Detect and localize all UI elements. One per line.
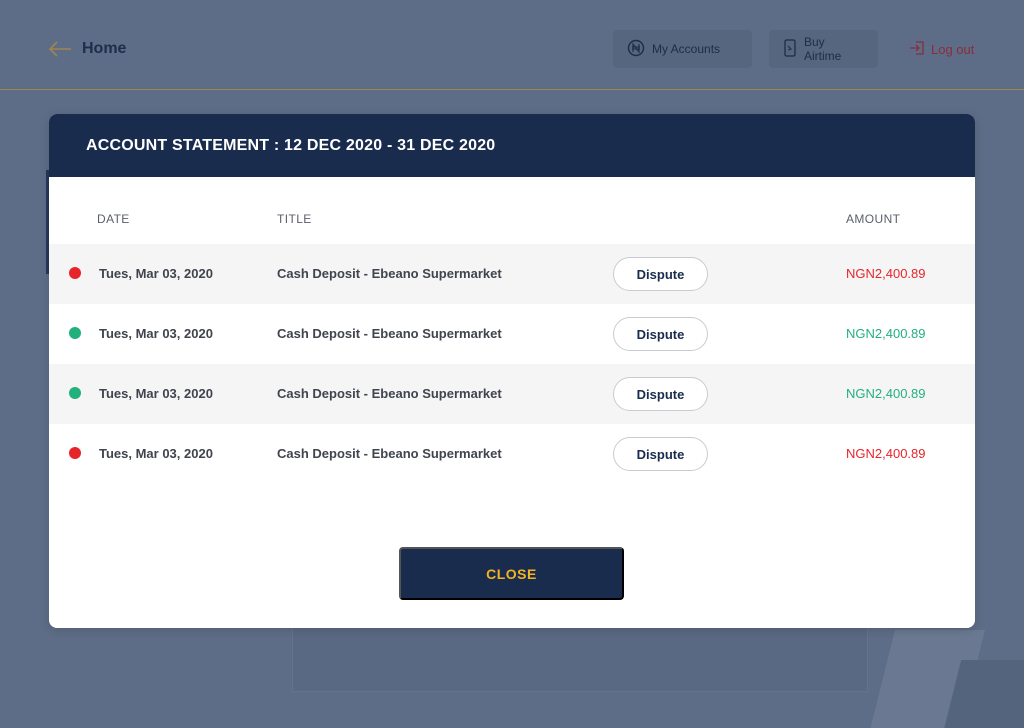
logout-button[interactable]: Log out	[909, 40, 974, 59]
buy-airtime-button[interactable]: Buy Airtime	[769, 30, 878, 68]
my-accounts-label: My Accounts	[652, 42, 721, 56]
dispute-button[interactable]: Dispute	[613, 317, 708, 351]
home-label[interactable]: Home	[82, 40, 126, 58]
row-amount: NGN2,400.89	[846, 386, 926, 401]
row-date: Tues, Mar 03, 2020	[99, 446, 213, 461]
dispute-button[interactable]: Dispute	[613, 257, 708, 291]
status-dot	[69, 327, 81, 339]
naira-circle-icon	[627, 39, 645, 60]
table-header: DATE TITLE AMOUNT	[49, 177, 975, 244]
table-row[interactable]: Tues, Mar 03, 2020 Cash Deposit - Ebeano…	[49, 424, 975, 484]
row-title: Cash Deposit - Ebeano Supermarket	[277, 386, 502, 401]
close-button[interactable]: CLOSE	[399, 547, 624, 600]
arrow-left-icon[interactable]	[48, 41, 72, 57]
top-bar: Home My Accounts Buy Airtime Log out	[0, 0, 1024, 90]
column-header-title: TITLE	[277, 212, 312, 226]
buy-airtime-label: Buy Airtime	[804, 35, 842, 63]
dispute-button[interactable]: Dispute	[613, 437, 708, 471]
table-row[interactable]: Tues, Mar 03, 2020 Cash Deposit - Ebeano…	[49, 364, 975, 424]
row-date: Tues, Mar 03, 2020	[99, 326, 213, 341]
logout-label[interactable]: Log out	[931, 42, 974, 57]
table-row[interactable]: Tues, Mar 03, 2020 Cash Deposit - Ebeano…	[49, 244, 975, 304]
row-title: Cash Deposit - Ebeano Supermarket	[277, 326, 502, 341]
row-date: Tues, Mar 03, 2020	[99, 266, 213, 281]
modal-header: ACCOUNT STATEMENT : 12 DEC 2020 - 31 DEC…	[49, 114, 975, 177]
row-amount: NGN2,400.89	[846, 326, 926, 341]
dispute-button[interactable]: Dispute	[613, 377, 708, 411]
row-date: Tues, Mar 03, 2020	[99, 386, 213, 401]
phone-icon	[783, 38, 797, 60]
logout-icon	[909, 40, 925, 59]
modal-title: ACCOUNT STATEMENT : 12 DEC 2020 - 31 DEC…	[86, 136, 496, 154]
status-dot	[69, 387, 81, 399]
row-amount: NGN2,400.89	[846, 446, 926, 461]
row-title: Cash Deposit - Ebeano Supermarket	[277, 446, 502, 461]
account-statement-modal: ACCOUNT STATEMENT : 12 DEC 2020 - 31 DEC…	[49, 114, 975, 628]
column-header-date: DATE	[97, 212, 130, 226]
my-accounts-button[interactable]: My Accounts	[613, 30, 752, 68]
table-row[interactable]: Tues, Mar 03, 2020 Cash Deposit - Ebeano…	[49, 304, 975, 364]
row-title: Cash Deposit - Ebeano Supermarket	[277, 266, 502, 281]
status-dot	[69, 267, 81, 279]
column-header-amount: AMOUNT	[846, 212, 901, 226]
row-amount: NGN2,400.89	[846, 266, 926, 281]
home-link[interactable]: Home	[48, 40, 126, 58]
status-dot	[69, 447, 81, 459]
